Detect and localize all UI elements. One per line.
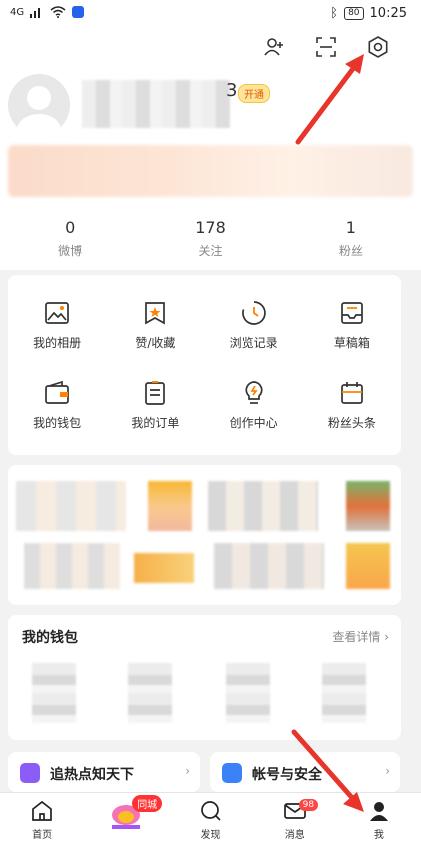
promo-card-blurred[interactable] <box>8 465 401 605</box>
stat-value: 1 <box>345 218 356 237</box>
tab-label: 发现 <box>200 830 221 841</box>
grid-label: 我的相册 <box>33 335 82 350</box>
clock: 10:25 <box>369 6 407 21</box>
clock-icon <box>20 763 40 783</box>
promo-tile[interactable] <box>134 553 194 583</box>
gear-icon <box>368 36 388 58</box>
grid-item-album[interactable]: 我的相册 <box>8 285 106 365</box>
add-friend-button[interactable] <box>261 34 287 60</box>
tab-me[interactable]: 我 <box>337 793 421 850</box>
history-icon <box>241 300 266 325</box>
account-security-title: 帐号与安全 <box>252 767 322 783</box>
network-indicator: 4G <box>10 6 25 18</box>
profile-stats: 0 微博 178 关注 1 粉丝 <box>0 218 421 259</box>
wallet-details-link[interactable]: 查看详情 › <box>332 628 389 645</box>
stat-weibo[interactable]: 0 微博 <box>0 218 140 259</box>
grid-label: 粉丝头条 <box>327 415 376 430</box>
promo-tile[interactable] <box>214 543 324 589</box>
stat-label: 微博 <box>58 244 83 258</box>
settings-button[interactable] <box>365 34 391 60</box>
tab-city[interactable]: 同城 <box>84 793 168 850</box>
tab-label: 首页 <box>32 830 53 841</box>
tab-messages[interactable]: 98 消息 <box>253 793 337 850</box>
stat-label: 关注 <box>198 244 223 258</box>
grid-item-fans-headline[interactable]: 粉丝头条 <box>303 365 401 445</box>
promo-tile[interactable] <box>346 481 390 531</box>
home-icon <box>32 800 52 821</box>
tab-label: 消息 <box>284 830 305 841</box>
grid-label: 赞/收藏 <box>135 335 176 350</box>
wallet-card: 我的钱包 查看详情 › <box>8 615 401 740</box>
messages-badge: 98 <box>298 799 319 811</box>
promo-tile[interactable] <box>24 543 120 589</box>
feature-grid: 我的相册 赞/收藏 浏览记录 草稿箱 我的钱包 我的订单 创作中心 粉丝头条 <box>8 275 401 455</box>
chevron-right-icon: › <box>384 630 389 644</box>
header-actions <box>261 34 391 60</box>
city-badge: 同城 <box>132 795 163 812</box>
grid-item-favorites[interactable]: 赞/收藏 <box>106 285 204 365</box>
bluetooth-icon: ᛒ <box>330 6 339 21</box>
promo-tile[interactable] <box>346 543 390 589</box>
wallet-item-blurred[interactable] <box>128 663 172 723</box>
grid-label: 我的钱包 <box>33 415 82 430</box>
hot-topics-card[interactable]: 追热点知天下 › <box>8 752 200 792</box>
chevron-right-icon: › <box>185 764 190 778</box>
grid-label: 浏览记录 <box>229 335 278 350</box>
lock-icon <box>222 763 242 783</box>
profile-banner-blurred[interactable] <box>8 145 413 197</box>
wallet-item-blurred[interactable] <box>226 663 270 723</box>
stat-label: 粉丝 <box>338 244 363 258</box>
grid-item-orders[interactable]: 我的订单 <box>106 365 204 445</box>
profile-header: 3 开通 0 微博 178 关注 1 粉丝 <box>0 30 421 270</box>
vip-badge[interactable]: 开通 <box>238 84 270 103</box>
app-notify-icon <box>72 6 85 18</box>
stat-following[interactable]: 178 关注 <box>140 218 280 259</box>
add-user-icon <box>264 38 283 56</box>
stat-followers[interactable]: 1 粉丝 <box>281 218 421 259</box>
wallet-title: 我的钱包 <box>22 630 78 646</box>
status-right: ᛒ 80 10:25 <box>330 6 407 21</box>
search-icon <box>200 801 221 821</box>
status-left: 4G <box>10 6 85 18</box>
grid-label: 创作中心 <box>229 415 278 430</box>
chevron-right-icon: › <box>385 764 390 778</box>
grid-item-creator[interactable]: 创作中心 <box>205 365 303 445</box>
username-blurred[interactable] <box>82 80 230 128</box>
username-tail: 3 <box>226 80 238 101</box>
grid-item-wallet[interactable]: 我的钱包 <box>8 365 106 445</box>
wallet-details-label: 查看详情 <box>332 630 381 644</box>
wallet-icon <box>45 380 69 404</box>
scan-button[interactable] <box>313 34 339 60</box>
orders-icon <box>145 380 166 405</box>
wallet-item-blurred[interactable] <box>322 663 366 723</box>
scan-icon <box>316 37 336 57</box>
tab-label: 我 <box>373 830 384 841</box>
promo-tile[interactable] <box>16 481 126 531</box>
bottom-tab-bar: 首页 同城 发现 98 消息 我 <box>0 792 421 850</box>
album-icon <box>45 301 69 324</box>
stat-value: 0 <box>65 218 76 237</box>
wifi-icon <box>50 6 66 18</box>
grid-label: 我的订单 <box>131 415 180 430</box>
tab-discover[interactable]: 发现 <box>168 793 252 850</box>
battery-indicator: 80 <box>344 7 364 20</box>
avatar[interactable] <box>8 74 70 136</box>
promo-tile[interactable] <box>208 481 318 531</box>
drafts-icon <box>341 301 363 324</box>
grid-label: 草稿箱 <box>333 335 370 350</box>
tab-home[interactable]: 首页 <box>0 793 84 850</box>
stat-value: 178 <box>195 218 226 237</box>
favorite-icon <box>145 301 166 324</box>
fans-headline-icon <box>341 381 363 404</box>
grid-item-drafts[interactable]: 草稿箱 <box>303 285 401 365</box>
signal-icon <box>30 8 41 18</box>
promo-tile[interactable] <box>148 481 192 531</box>
grid-item-history[interactable]: 浏览记录 <box>205 285 303 365</box>
creator-icon <box>245 380 263 404</box>
status-bar: 4G ᛒ 80 10:25 <box>0 0 421 30</box>
account-security-card[interactable]: 帐号与安全 › <box>210 752 400 792</box>
hot-topics-title: 追热点知天下 <box>50 767 134 783</box>
profile-icon <box>369 802 388 821</box>
wallet-item-blurred[interactable] <box>32 663 76 723</box>
